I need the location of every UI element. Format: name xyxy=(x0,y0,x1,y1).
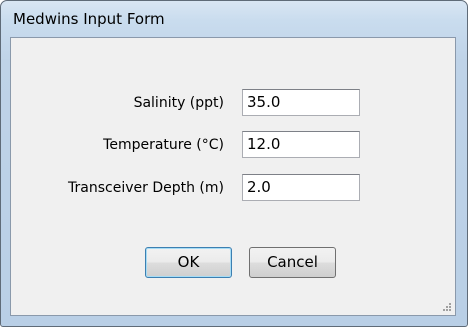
temperature-input[interactable]: 12.0 xyxy=(242,131,360,158)
salinity-input[interactable]: 35.0 xyxy=(242,89,360,116)
window-title: Medwins Input Form xyxy=(13,10,165,28)
dialog-window: Medwins Input Form Salinity (ppt) 35.0 T… xyxy=(0,0,468,327)
temperature-label: Temperature (°C) xyxy=(103,137,224,153)
salinity-label: Salinity (ppt) xyxy=(133,95,224,111)
cancel-button[interactable]: Cancel xyxy=(249,247,336,278)
resize-grip-icon[interactable] xyxy=(440,300,452,312)
transceiver-depth-label: Transceiver Depth (m) xyxy=(68,180,224,196)
title-bar[interactable]: Medwins Input Form xyxy=(1,1,467,37)
form-panel: Salinity (ppt) 35.0 Temperature (°C) 12.… xyxy=(10,37,456,316)
transceiver-depth-input[interactable]: 2.0 xyxy=(242,174,360,201)
ok-button[interactable]: OK xyxy=(145,247,232,278)
